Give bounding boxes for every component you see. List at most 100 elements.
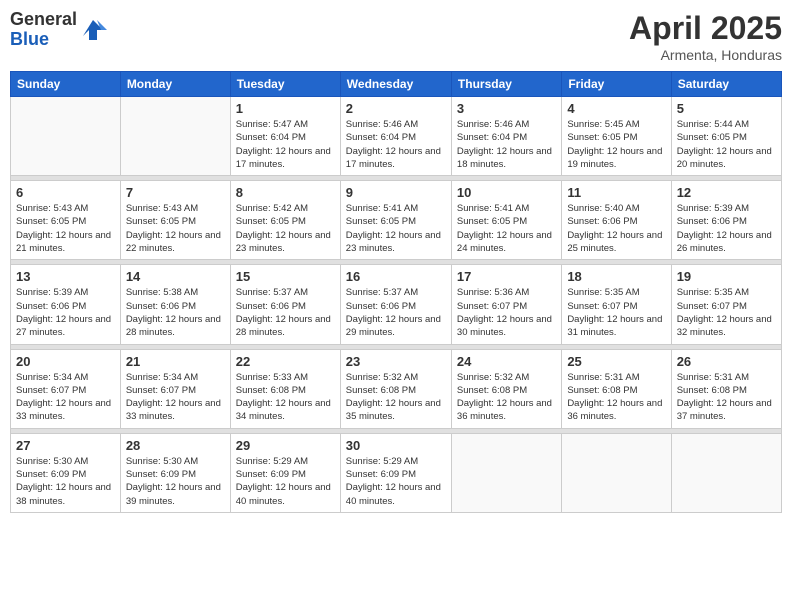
calendar-cell <box>451 433 561 512</box>
day-info: Sunrise: 5:31 AMSunset: 6:08 PMDaylight:… <box>567 371 665 424</box>
month-title: April 2025 <box>629 10 782 47</box>
day-number: 10 <box>457 185 556 200</box>
title-block: April 2025 Armenta, Honduras <box>629 10 782 63</box>
day-info: Sunrise: 5:34 AMSunset: 6:07 PMDaylight:… <box>126 371 225 424</box>
day-info: Sunrise: 5:40 AMSunset: 6:06 PMDaylight:… <box>567 202 665 255</box>
col-sunday: Sunday <box>11 72 121 97</box>
day-number: 29 <box>236 438 335 453</box>
calendar-cell <box>671 433 781 512</box>
calendar-cell: 19 Sunrise: 5:35 AMSunset: 6:07 PMDayligh… <box>671 265 781 344</box>
day-info: Sunrise: 5:30 AMSunset: 6:09 PMDaylight:… <box>16 455 115 508</box>
day-number: 7 <box>126 185 225 200</box>
day-info: Sunrise: 5:43 AMSunset: 6:05 PMDaylight:… <box>126 202 225 255</box>
day-info: Sunrise: 5:38 AMSunset: 6:06 PMDaylight:… <box>126 286 225 339</box>
day-info: Sunrise: 5:37 AMSunset: 6:06 PMDaylight:… <box>346 286 446 339</box>
day-number: 23 <box>346 354 446 369</box>
calendar-cell: 27 Sunrise: 5:30 AMSunset: 6:09 PMDayligh… <box>11 433 121 512</box>
calendar-cell <box>562 433 671 512</box>
calendar-cell: 15Sunrise: 5:37 AMSunset: 6:06 PMDayligh… <box>230 265 340 344</box>
calendar-cell: 9 Sunrise: 5:41 AMSunset: 6:05 PMDaylight… <box>340 181 451 260</box>
calendar-cell: 28 Sunrise: 5:30 AMSunset: 6:09 PMDayligh… <box>120 433 230 512</box>
day-info: Sunrise: 5:44 AMSunset: 6:05 PMDaylight:… <box>677 118 776 171</box>
day-number: 3 <box>457 101 556 116</box>
day-number: 8 <box>236 185 335 200</box>
day-info: Sunrise: 5:41 AMSunset: 6:05 PMDaylight:… <box>346 202 446 255</box>
day-number: 17 <box>457 269 556 284</box>
location-subtitle: Armenta, Honduras <box>629 47 782 63</box>
day-number: 14 <box>126 269 225 284</box>
calendar-row-5: 27 Sunrise: 5:30 AMSunset: 6:09 PMDayligh… <box>11 433 782 512</box>
day-info: Sunrise: 5:39 AMSunset: 6:06 PMDaylight:… <box>677 202 776 255</box>
calendar-cell: 20Sunrise: 5:34 AMSunset: 6:07 PMDayligh… <box>11 349 121 428</box>
col-monday: Monday <box>120 72 230 97</box>
logo-blue: Blue <box>10 30 77 50</box>
day-number: 27 <box>16 438 115 453</box>
day-info: Sunrise: 5:35 AMSunset: 6:07 PMDaylight:… <box>567 286 665 339</box>
day-info: Sunrise: 5:31 AMSunset: 6:08 PMDaylight:… <box>677 371 776 424</box>
day-number: 24 <box>457 354 556 369</box>
day-number: 26 <box>677 354 776 369</box>
day-info: Sunrise: 5:45 AMSunset: 6:05 PMDaylight:… <box>567 118 665 171</box>
col-tuesday: Tuesday <box>230 72 340 97</box>
page-header: General Blue April 2025 Armenta, Hondura… <box>10 10 782 63</box>
day-info: Sunrise: 5:35 AMSunset: 6:07 PMDaylight:… <box>677 286 776 339</box>
calendar-cell: 6 Sunrise: 5:43 AMSunset: 6:05 PMDaylight… <box>11 181 121 260</box>
day-info: Sunrise: 5:36 AMSunset: 6:07 PMDaylight:… <box>457 286 556 339</box>
day-number: 9 <box>346 185 446 200</box>
day-number: 13 <box>16 269 115 284</box>
calendar-cell: 29Sunrise: 5:29 AMSunset: 6:09 PMDayligh… <box>230 433 340 512</box>
day-info: Sunrise: 5:37 AMSunset: 6:06 PMDaylight:… <box>236 286 335 339</box>
day-info: Sunrise: 5:29 AMSunset: 6:09 PMDaylight:… <box>346 455 446 508</box>
day-number: 18 <box>567 269 665 284</box>
day-info: Sunrise: 5:33 AMSunset: 6:08 PMDaylight:… <box>236 371 335 424</box>
calendar-cell: 7 Sunrise: 5:43 AMSunset: 6:05 PMDaylight… <box>120 181 230 260</box>
day-info: Sunrise: 5:32 AMSunset: 6:08 PMDaylight:… <box>457 371 556 424</box>
day-info: Sunrise: 5:34 AMSunset: 6:07 PMDaylight:… <box>16 371 115 424</box>
calendar-cell <box>11 97 121 176</box>
col-wednesday: Wednesday <box>340 72 451 97</box>
col-friday: Friday <box>562 72 671 97</box>
calendar-cell: 10 Sunrise: 5:41 AMSunset: 6:05 PMDayligh… <box>451 181 561 260</box>
calendar-row-3: 13 Sunrise: 5:39 AMSunset: 6:06 PMDayligh… <box>11 265 782 344</box>
day-info: Sunrise: 5:46 AMSunset: 6:04 PMDaylight:… <box>346 118 446 171</box>
day-number: 19 <box>677 269 776 284</box>
calendar-cell: 30 Sunrise: 5:29 AMSunset: 6:09 PMDayligh… <box>340 433 451 512</box>
day-info: Sunrise: 5:43 AMSunset: 6:05 PMDaylight:… <box>16 202 115 255</box>
day-info: Sunrise: 5:47 AMSunset: 6:04 PMDaylight:… <box>236 118 335 171</box>
calendar-cell <box>120 97 230 176</box>
calendar-cell: 26 Sunrise: 5:31 AMSunset: 6:08 PMDayligh… <box>671 349 781 428</box>
calendar-cell: 25Sunrise: 5:31 AMSunset: 6:08 PMDayligh… <box>562 349 671 428</box>
calendar-cell: 14 Sunrise: 5:38 AMSunset: 6:06 PMDayligh… <box>120 265 230 344</box>
logo-general: General <box>10 10 77 30</box>
day-number: 6 <box>16 185 115 200</box>
day-info: Sunrise: 5:30 AMSunset: 6:09 PMDaylight:… <box>126 455 225 508</box>
day-info: Sunrise: 5:39 AMSunset: 6:06 PMDaylight:… <box>16 286 115 339</box>
calendar-cell: 17 Sunrise: 5:36 AMSunset: 6:07 PMDayligh… <box>451 265 561 344</box>
day-number: 11 <box>567 185 665 200</box>
calendar-cell: 18 Sunrise: 5:35 AMSunset: 6:07 PMDayligh… <box>562 265 671 344</box>
day-number: 12 <box>677 185 776 200</box>
day-number: 30 <box>346 438 446 453</box>
calendar-cell: 12 Sunrise: 5:39 AMSunset: 6:06 PMDayligh… <box>671 181 781 260</box>
logo: General Blue <box>10 10 107 50</box>
day-number: 4 <box>567 101 665 116</box>
calendar-header-row: Sunday Monday Tuesday Wednesday Thursday… <box>11 72 782 97</box>
calendar-cell: 11 Sunrise: 5:40 AMSunset: 6:06 PMDayligh… <box>562 181 671 260</box>
calendar-cell: 24 Sunrise: 5:32 AMSunset: 6:08 PMDayligh… <box>451 349 561 428</box>
calendar-cell: 8Sunrise: 5:42 AMSunset: 6:05 PMDaylight… <box>230 181 340 260</box>
calendar-cell: 13 Sunrise: 5:39 AMSunset: 6:06 PMDayligh… <box>11 265 121 344</box>
calendar-table: Sunday Monday Tuesday Wednesday Thursday… <box>10 71 782 513</box>
calendar-cell: 2 Sunrise: 5:46 AMSunset: 6:04 PMDaylight… <box>340 97 451 176</box>
calendar-cell: 3 Sunrise: 5:46 AMSunset: 6:04 PMDaylight… <box>451 97 561 176</box>
day-number: 2 <box>346 101 446 116</box>
day-info: Sunrise: 5:41 AMSunset: 6:05 PMDaylight:… <box>457 202 556 255</box>
calendar-row-2: 6 Sunrise: 5:43 AMSunset: 6:05 PMDaylight… <box>11 181 782 260</box>
day-number: 21 <box>126 354 225 369</box>
calendar-row-4: 20Sunrise: 5:34 AMSunset: 6:07 PMDayligh… <box>11 349 782 428</box>
day-number: 28 <box>126 438 225 453</box>
day-number: 22 <box>236 354 335 369</box>
logo-icon <box>79 16 107 44</box>
calendar-cell: 4 Sunrise: 5:45 AMSunset: 6:05 PMDaylight… <box>562 97 671 176</box>
day-info: Sunrise: 5:46 AMSunset: 6:04 PMDaylight:… <box>457 118 556 171</box>
day-number: 1 <box>236 101 335 116</box>
